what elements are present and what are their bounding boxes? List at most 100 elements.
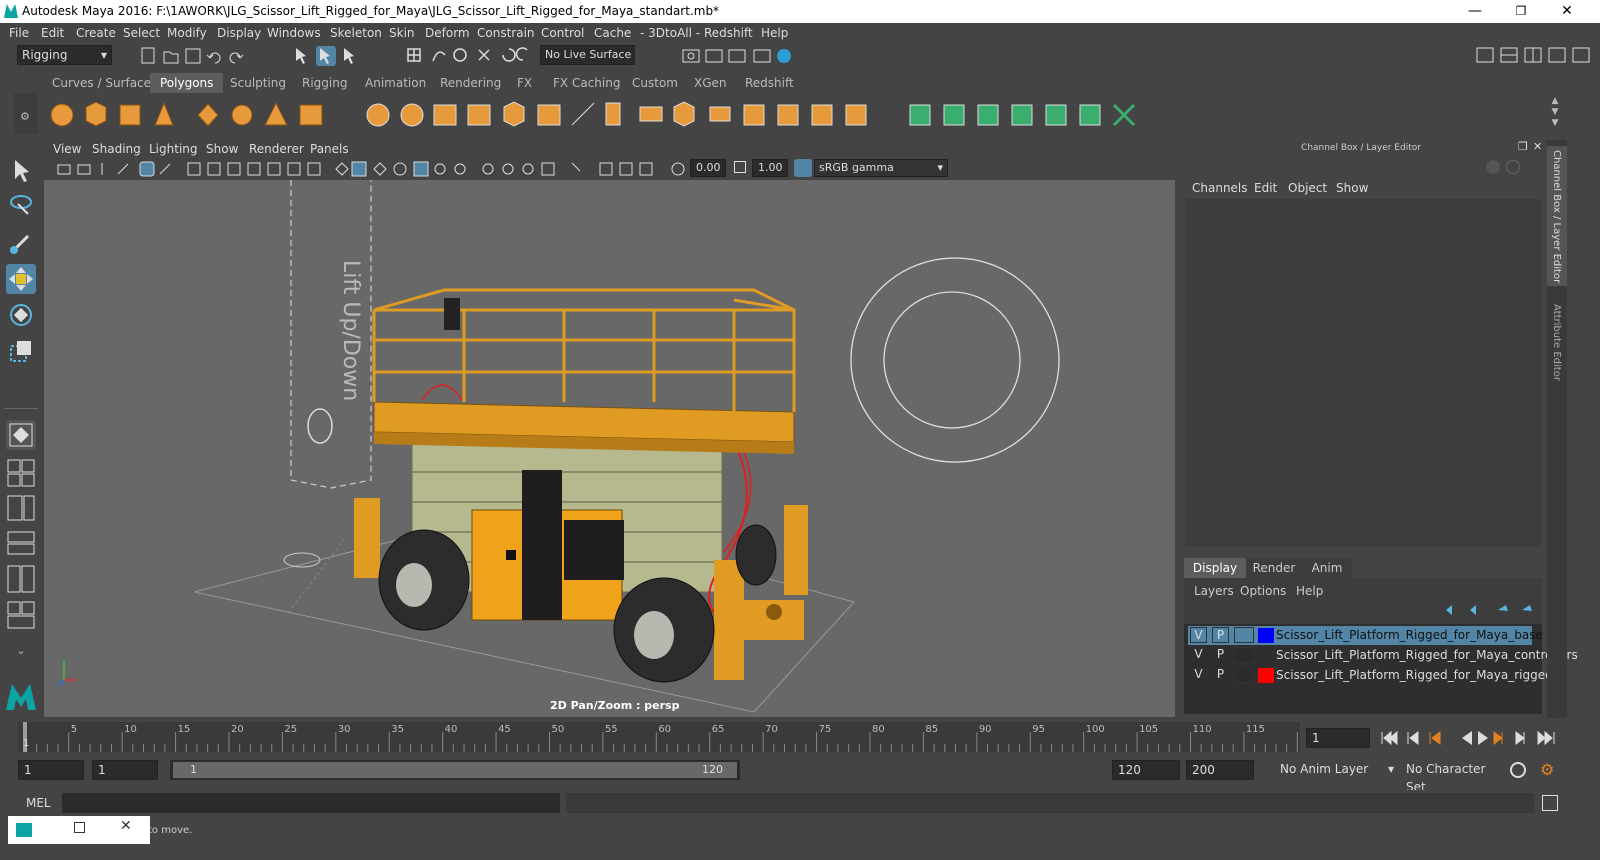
maya-window-icon[interactable] — [16, 823, 32, 837]
restore-window-icon[interactable] — [74, 822, 85, 833]
layer-menu-layers[interactable]: Layers — [1194, 584, 1234, 598]
exposure-field[interactable]: 0.00 — [690, 159, 726, 177]
cb-menu-channels[interactable]: Channels — [1192, 181, 1248, 195]
panel-toolbar-icons[interactable] — [54, 160, 694, 178]
channel-box-toggle-icon[interactable] — [1486, 160, 1500, 174]
playback-toggle[interactable]: P — [1212, 647, 1229, 663]
expand-toolbox-button[interactable]: ⌄ — [6, 640, 36, 664]
snap-icons[interactable] — [405, 46, 535, 66]
shelf-scroll-arrows[interactable]: ▲ ▼ ▼ — [1549, 96, 1561, 130]
cb-menu-object[interactable]: Object — [1288, 181, 1327, 195]
file-tools[interactable] — [140, 46, 250, 66]
range-slider[interactable]: 1 120 — [170, 760, 740, 780]
display-type-toggle[interactable] — [1234, 627, 1254, 643]
color-space-dropdown[interactable]: sRGB gamma ▾ — [814, 159, 948, 177]
menu-select[interactable]: Select — [123, 26, 160, 40]
3d-scene[interactable]: Lift Up/Down 2D Pan/Zoom: persp — [44, 180, 1175, 717]
anim-layer-dropdown[interactable]: No Anim Layer ▾ — [1276, 760, 1398, 780]
rotate-tool-button[interactable] — [6, 300, 36, 330]
scale-tool-button[interactable] — [6, 336, 36, 366]
range-slider-handle[interactable] — [173, 762, 737, 778]
visibility-toggle[interactable]: V — [1190, 647, 1207, 663]
shelf-icons[interactable] — [48, 99, 1158, 131]
time-slider[interactable]: 5 10 15 20 25 30 35 40 45 50 55 60 65 70 75 80 85 90 95 100… — [0, 720, 1600, 756]
menu-constrain[interactable]: Constrain — [477, 26, 535, 40]
visibility-toggle[interactable]: V — [1190, 667, 1207, 683]
move-tool-button[interactable] — [6, 264, 36, 294]
menu-3dtoall[interactable]: - 3DtoAll - — [640, 26, 700, 40]
menu-help[interactable]: Help — [761, 26, 788, 40]
tab-polygons[interactable]: Polygons — [150, 73, 224, 93]
render-icons[interactable] — [680, 46, 800, 66]
cb-menu-show[interactable]: Show — [1336, 181, 1368, 195]
menu-edit[interactable]: Edit — [41, 26, 64, 40]
layer-color-swatch[interactable] — [1258, 648, 1274, 663]
playback-start-field[interactable]: 1 — [92, 760, 158, 780]
visibility-toggle[interactable]: V — [1190, 627, 1207, 643]
layer-tab-display[interactable]: Display — [1184, 558, 1246, 578]
preferences-icon[interactable]: ⚙ — [1540, 760, 1554, 779]
menu-cache[interactable]: Cache — [594, 26, 631, 40]
close-panel-icon[interactable]: ✕ — [1533, 140, 1542, 153]
layer-row-rigged[interactable]: V P Scissor_Lift_Platform_Rigged_for_May… — [1188, 666, 1553, 685]
side-tab-attribute-editor[interactable]: Attribute Editor — [1547, 300, 1567, 390]
tab-animation[interactable]: Animation — [355, 73, 436, 93]
float-panel-icon[interactable]: ❐ — [1518, 140, 1528, 153]
paint-select-tool-button[interactable] — [6, 228, 36, 258]
playback-toggle[interactable]: P — [1212, 667, 1229, 683]
playback-toggle[interactable]: P — [1212, 627, 1229, 643]
menu-skeleton[interactable]: Skeleton — [330, 26, 382, 40]
selection-mode-icons[interactable] — [292, 46, 367, 66]
script-editor-icon[interactable] — [1542, 795, 1558, 811]
tab-rendering[interactable]: Rendering — [430, 73, 511, 93]
layer-tab-anim[interactable]: Anim — [1302, 558, 1352, 578]
character-set-dropdown[interactable]: No Character Set — [1402, 760, 1502, 794]
close-window-icon[interactable]: ✕ — [120, 818, 132, 834]
menu-set-dropdown[interactable]: Rigging ▾ — [17, 45, 112, 65]
panel-menu-panels[interactable]: Panels — [310, 142, 349, 156]
menu-control[interactable]: Control — [541, 26, 584, 40]
single-pane-layout-button[interactable] — [6, 420, 36, 450]
color-management-icon[interactable] — [794, 159, 812, 177]
layer-menu-options[interactable]: Options — [1240, 584, 1286, 598]
menu-modify[interactable]: Modify — [167, 26, 207, 40]
minimize-button[interactable]: — — [1452, 0, 1498, 23]
command-language-label[interactable]: MEL — [26, 796, 51, 810]
lasso-tool-button[interactable] — [6, 192, 36, 222]
tab-rigging[interactable]: Rigging — [292, 73, 357, 93]
layer-menu-help[interactable]: Help — [1296, 584, 1323, 598]
scene-start-field[interactable]: 1 — [18, 760, 84, 780]
layer-color-swatch[interactable] — [1258, 628, 1274, 643]
panel-menu-shading[interactable]: Shading — [92, 142, 141, 156]
auto-key-icon[interactable] — [1510, 762, 1526, 778]
gamma-field[interactable]: 1.00 — [752, 159, 788, 177]
tab-redshift[interactable]: Redshift — [735, 73, 804, 93]
cb-menu-edit[interactable]: Edit — [1254, 181, 1277, 195]
tab-fx-caching[interactable]: FX Caching — [543, 73, 630, 93]
layer-tab-render[interactable]: Render — [1246, 558, 1302, 578]
playback-controls[interactable] — [1378, 728, 1558, 748]
panel-menu-view[interactable]: View — [53, 142, 81, 156]
layer-action-icons[interactable] — [1442, 602, 1538, 618]
panel-menu-lighting[interactable]: Lighting — [149, 142, 198, 156]
playback-end-field[interactable]: 120 — [1112, 760, 1180, 780]
side-tab-channel-box[interactable]: Channel Box / Layer Editor — [1547, 146, 1567, 286]
layer-color-swatch[interactable] — [1258, 668, 1274, 683]
live-surface-field[interactable]: No Live Surface — [540, 45, 635, 65]
tab-custom[interactable]: Custom — [622, 73, 688, 93]
layer-row-controllers[interactable]: V P Scissor_Lift_Platform_Rigged_for_May… — [1188, 646, 1578, 665]
maximize-button[interactable]: ❐ — [1498, 0, 1544, 23]
menu-windows[interactable]: Windows — [267, 26, 321, 40]
attribute-toggle-icon[interactable] — [1506, 160, 1520, 174]
time-ruler[interactable]: 5 10 15 20 25 30 35 40 45 50 55 60 65 70 75 80 85 90 95 100… — [18, 722, 1318, 752]
scene-end-field[interactable]: 200 — [1186, 760, 1254, 780]
panel-menu-renderer[interactable]: Renderer — [249, 142, 304, 156]
tab-xgen[interactable]: XGen — [684, 73, 737, 93]
menu-create[interactable]: Create — [76, 26, 116, 40]
close-button[interactable]: ✕ — [1544, 0, 1590, 23]
panel-menu-show[interactable]: Show — [206, 142, 238, 156]
menu-display[interactable]: Display — [217, 26, 261, 40]
tab-curves-surfaces[interactable]: Curves / Surfaces — [42, 73, 167, 93]
menu-redshift[interactable]: Redshift — [704, 26, 753, 40]
quick-layout-icons[interactable] — [6, 456, 36, 636]
